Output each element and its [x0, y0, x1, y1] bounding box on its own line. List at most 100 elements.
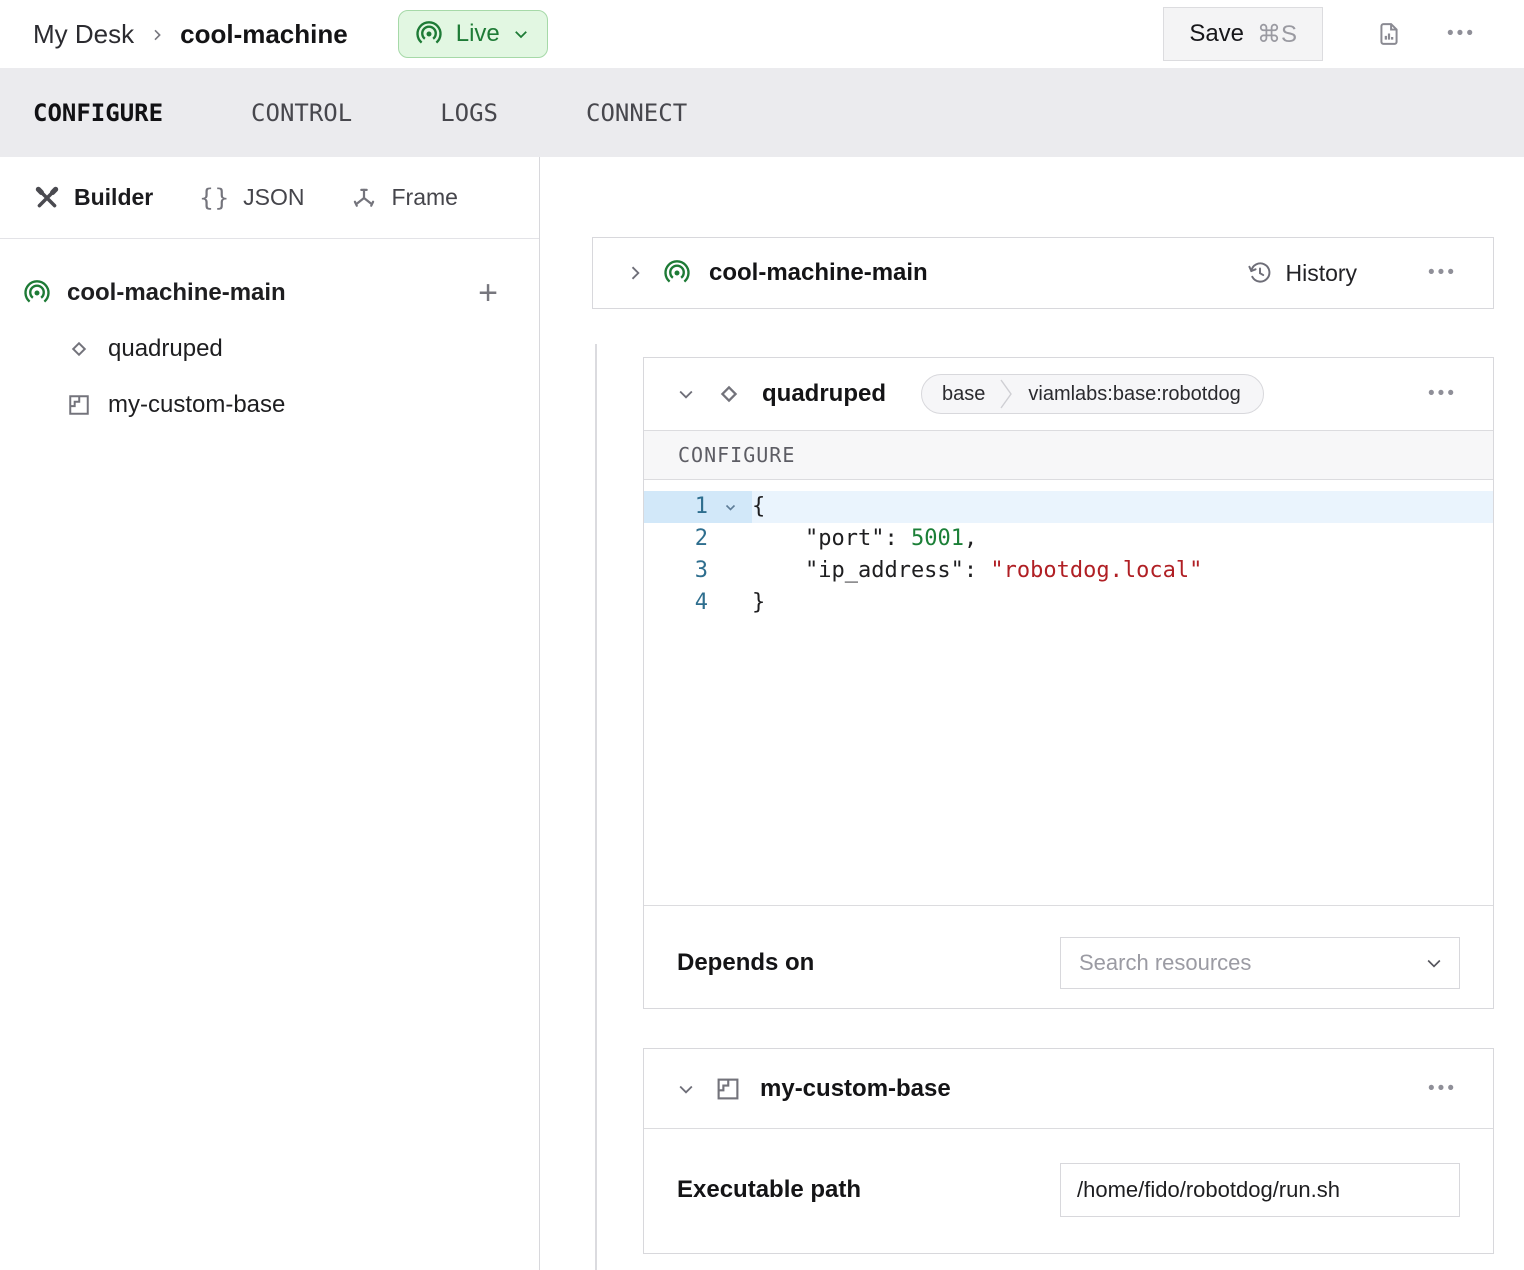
breadcrumb-root-link[interactable]: My Desk	[33, 19, 134, 50]
chevron-down-icon	[512, 25, 530, 43]
code-line-gutter: 1	[644, 491, 752, 523]
mode-builder-label: Builder	[74, 184, 153, 211]
history-button-label: History	[1285, 260, 1357, 287]
process-icon	[65, 391, 93, 419]
badge-divider-icon	[1000, 374, 1013, 414]
code-line[interactable]: 2 "port": 5001,	[644, 523, 1493, 555]
fold-chevron-icon[interactable]	[708, 491, 752, 523]
header-actions: Save ⌘S •••	[1163, 7, 1482, 61]
tree-item-machine-part[interactable]: cool-machine-main +	[22, 265, 504, 321]
ellipsis-icon: •••	[1447, 23, 1476, 44]
code-line-content: }	[752, 587, 1493, 619]
executable-path-input[interactable]	[1060, 1163, 1460, 1217]
chevron-down-icon[interactable]	[676, 384, 696, 404]
tab-configure[interactable]: CONFIGURE	[33, 99, 163, 127]
line-number: 3	[644, 555, 708, 587]
tree-item-label: quadruped	[108, 335, 223, 363]
ellipsis-icon: •••	[1428, 262, 1457, 283]
ellipsis-icon: •••	[1428, 383, 1457, 404]
fold-spacer	[708, 555, 752, 587]
configure-section-label: CONFIGURE	[644, 430, 1493, 480]
save-button-label: Save	[1189, 20, 1244, 48]
component-model-label: viamlabs:base:robotdog	[1013, 383, 1262, 406]
mode-json[interactable]: {} JSON	[199, 184, 304, 212]
live-icon	[414, 19, 444, 49]
json-code-editor[interactable]: 1{2 "port": 5001,3 "ip_address": "robotd…	[644, 480, 1493, 906]
code-line-gutter: 4	[644, 587, 752, 619]
content-area: Builder {} JSON Frame	[0, 157, 1524, 1270]
depends-on-placeholder: Search resources	[1079, 950, 1251, 976]
data-file-icon	[1375, 20, 1403, 48]
tab-connect[interactable]: CONNECT	[586, 99, 687, 127]
tab-control[interactable]: CONTROL	[251, 99, 352, 127]
save-button[interactable]: Save ⌘S	[1163, 7, 1323, 61]
code-line[interactable]: 1{	[644, 491, 1493, 523]
line-number: 4	[644, 587, 708, 619]
chevron-down-icon	[1424, 953, 1444, 973]
tree-item-quadruped[interactable]: quadruped	[22, 321, 504, 377]
custom-base-body: Executable path	[644, 1129, 1493, 1253]
quadruped-component-card: quadruped base viamlabs:base:robotdog ••…	[643, 357, 1494, 1009]
machine-tab-bar: CONFIGURE CONTROL LOGS CONNECT	[0, 68, 1524, 157]
tree-connector-line	[595, 344, 597, 1270]
quadruped-more-button[interactable]: •••	[1422, 382, 1463, 406]
tree-item-label: cool-machine-main	[67, 279, 286, 307]
code-line-gutter: 2	[644, 523, 752, 555]
mode-frame[interactable]: Frame	[350, 184, 457, 212]
chevron-right-icon[interactable]	[625, 263, 645, 283]
tree-item-my-custom-base[interactable]: my-custom-base	[22, 377, 504, 433]
machine-data-button[interactable]	[1375, 20, 1403, 48]
axes-icon	[350, 184, 378, 212]
diamond-icon	[65, 335, 93, 363]
machine-part-more-button[interactable]: •••	[1422, 261, 1463, 285]
mode-frame-label: Frame	[391, 184, 457, 211]
diamond-icon	[713, 378, 745, 410]
custom-base-more-button[interactable]: •••	[1422, 1077, 1463, 1101]
executable-path-label: Executable path	[677, 1176, 861, 1204]
component-type-badge: base viamlabs:base:robotdog	[921, 374, 1264, 414]
code-line[interactable]: 4}	[644, 587, 1493, 619]
code-line-content: {	[752, 491, 1493, 523]
ellipsis-icon: •••	[1428, 1078, 1457, 1099]
code-line[interactable]: 3 "ip_address": "robotdog.local"	[644, 555, 1493, 587]
live-icon	[662, 258, 692, 288]
add-resource-button[interactable]: +	[472, 275, 504, 311]
fold-spacer	[708, 523, 752, 555]
tools-icon	[33, 184, 61, 212]
line-number: 2	[644, 523, 708, 555]
custom-base-card-title: my-custom-base	[760, 1075, 951, 1103]
breadcrumb-chevron-icon	[149, 27, 165, 43]
custom-base-card: my-custom-base ••• Executable path	[643, 1048, 1494, 1254]
config-sidebar: Builder {} JSON Frame	[0, 157, 540, 1270]
breadcrumb: My Desk cool-machine	[33, 19, 348, 50]
code-editor-lines: 1{2 "port": 5001,3 "ip_address": "robotd…	[644, 491, 1493, 619]
depends-on-label: Depends on	[677, 949, 814, 977]
machine-part-title: cool-machine-main	[709, 259, 928, 287]
braces-icon: {}	[199, 184, 230, 212]
config-main-panel: cool-machine-main History •••	[540, 157, 1524, 1270]
component-type-label: base	[922, 383, 1000, 406]
save-shortcut-hint: ⌘S	[1257, 20, 1297, 49]
tab-logs[interactable]: LOGS	[440, 99, 498, 127]
resource-tree: cool-machine-main + quadruped	[0, 239, 539, 433]
breadcrumb-current: cool-machine	[180, 19, 348, 50]
more-menu-button[interactable]: •••	[1441, 22, 1482, 46]
quadruped-card-title: quadruped	[762, 380, 886, 408]
history-button[interactable]: History	[1241, 259, 1363, 288]
code-line-content: "port": 5001,	[752, 523, 1493, 555]
mode-json-label: JSON	[243, 184, 304, 211]
process-icon	[713, 1074, 743, 1104]
code-line-gutter: 3	[644, 555, 752, 587]
custom-base-card-header: my-custom-base •••	[644, 1049, 1493, 1129]
chevron-down-icon[interactable]	[676, 1079, 696, 1099]
live-status-label: Live	[456, 20, 500, 48]
depends-on-select[interactable]: Search resources	[1060, 937, 1460, 989]
quadruped-card-header: quadruped base viamlabs:base:robotdog ••…	[644, 358, 1493, 430]
app-header: My Desk cool-machine Live Save ⌘S	[0, 0, 1524, 68]
live-icon	[22, 278, 52, 308]
code-line-content: "ip_address": "robotdog.local"	[752, 555, 1493, 587]
depends-on-row: Depends on Search resources	[644, 906, 1493, 1008]
mode-builder[interactable]: Builder	[33, 184, 153, 212]
live-status-dropdown[interactable]: Live	[398, 10, 548, 58]
tree-item-label: my-custom-base	[108, 391, 285, 419]
